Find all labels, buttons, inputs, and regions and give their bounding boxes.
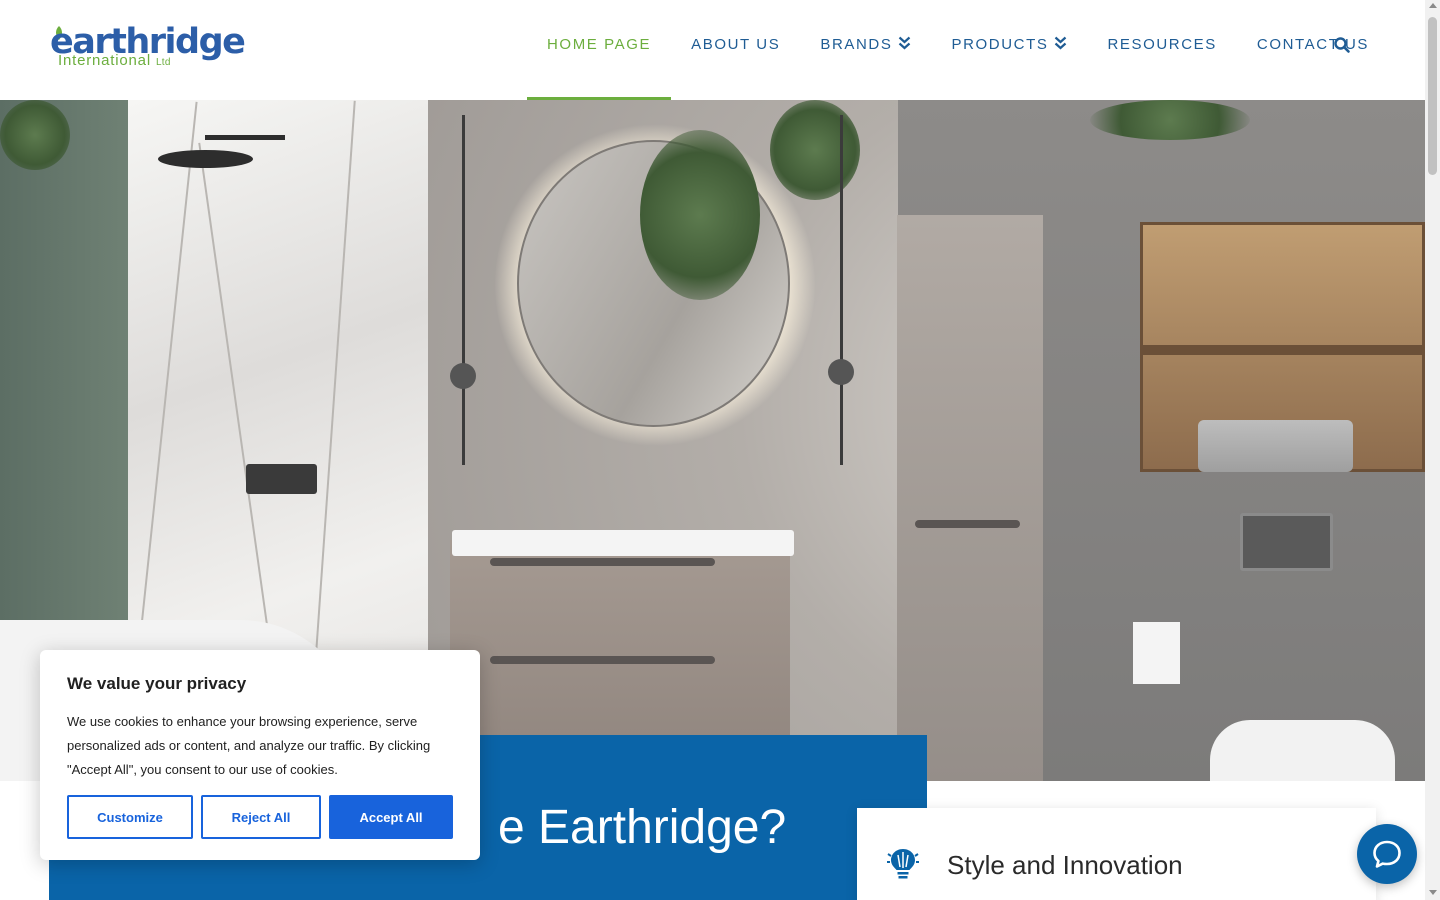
shower-head (158, 150, 253, 168)
toilet (1210, 720, 1395, 781)
folded-towels (1198, 420, 1353, 472)
scrollbar-thumb[interactable] (1428, 17, 1437, 175)
scroll-up-arrow-icon[interactable] (1429, 3, 1437, 8)
nav-item-brands[interactable]: BRANDS (800, 0, 931, 100)
hanging-plant (1090, 100, 1250, 140)
tall-cabinet (897, 215, 1043, 781)
nav-item-label: ABOUT US (691, 36, 781, 53)
logo-subtitle-text: International (58, 52, 151, 69)
nav-item-label: CONTACT US (1256, 36, 1370, 53)
accept-all-button[interactable]: Accept All (329, 795, 453, 839)
niche-shelf (1140, 345, 1425, 355)
nav-item-contact-us[interactable]: CONTACT US (1237, 0, 1389, 100)
nav-item-about-us[interactable]: ABOUT US (671, 0, 800, 100)
wall-light-rod (462, 115, 465, 465)
nav-item-products[interactable]: PRODUCTS (931, 0, 1087, 100)
shower-arm (205, 135, 285, 140)
wall-light-sconce (450, 363, 476, 389)
lightbulb-icon (887, 849, 919, 879)
nav-item-resources[interactable]: RESOURCES (1087, 0, 1236, 100)
customize-button[interactable]: Customize (67, 795, 193, 839)
reject-all-button[interactable]: Reject All (201, 795, 321, 839)
logo-subtitle: International Ltd (58, 53, 171, 71)
main-nav: HOME PAGE ABOUT US BRANDS PRODUCTS RESOU… (527, 0, 1389, 100)
cookie-title: We value your privacy (67, 674, 247, 693)
nav-item-label: RESOURCES (1107, 36, 1217, 53)
site-header: earthridge International Ltd HOME PAGE A… (0, 0, 1425, 100)
scroll-down-arrow-icon[interactable] (1429, 890, 1437, 895)
shower-valve (246, 464, 317, 494)
flush-plate (1240, 513, 1333, 571)
toilet-roll (1133, 622, 1180, 684)
drawer-handle (490, 656, 715, 664)
nav-item-label: BRANDS (820, 36, 893, 53)
basin-top (452, 530, 794, 556)
double-chevron-down-icon (899, 36, 911, 50)
cabinet-handle (915, 520, 1020, 528)
chat-bubble-icon (1373, 840, 1401, 868)
nav-item-label: PRODUCTS (951, 36, 1049, 53)
feature-title: Style and Innovation (947, 850, 1183, 880)
chat-launcher-button[interactable] (1357, 824, 1417, 884)
hanging-plant (640, 130, 760, 300)
nav-item-label: HOME PAGE (547, 36, 652, 53)
drawer-handle (490, 558, 715, 566)
corner-plant (0, 100, 70, 170)
double-chevron-down-icon (1055, 36, 1067, 50)
search-icon[interactable] (1333, 36, 1351, 54)
section-title: e Earthridge? (498, 801, 787, 854)
hanging-plant (770, 100, 860, 200)
nav-item-home-page[interactable]: HOME PAGE (527, 0, 672, 100)
cookie-text: We use cookies to enhance your browsing … (67, 714, 431, 777)
wall-light-sconce (828, 359, 854, 385)
earthridge-logo[interactable]: earthridge International Ltd (50, 22, 255, 72)
wall-light-rod (840, 115, 843, 465)
logo-ltd-text: Ltd (155, 57, 171, 68)
cookie-consent-banner: We value your privacy We use cookies to … (40, 650, 480, 860)
